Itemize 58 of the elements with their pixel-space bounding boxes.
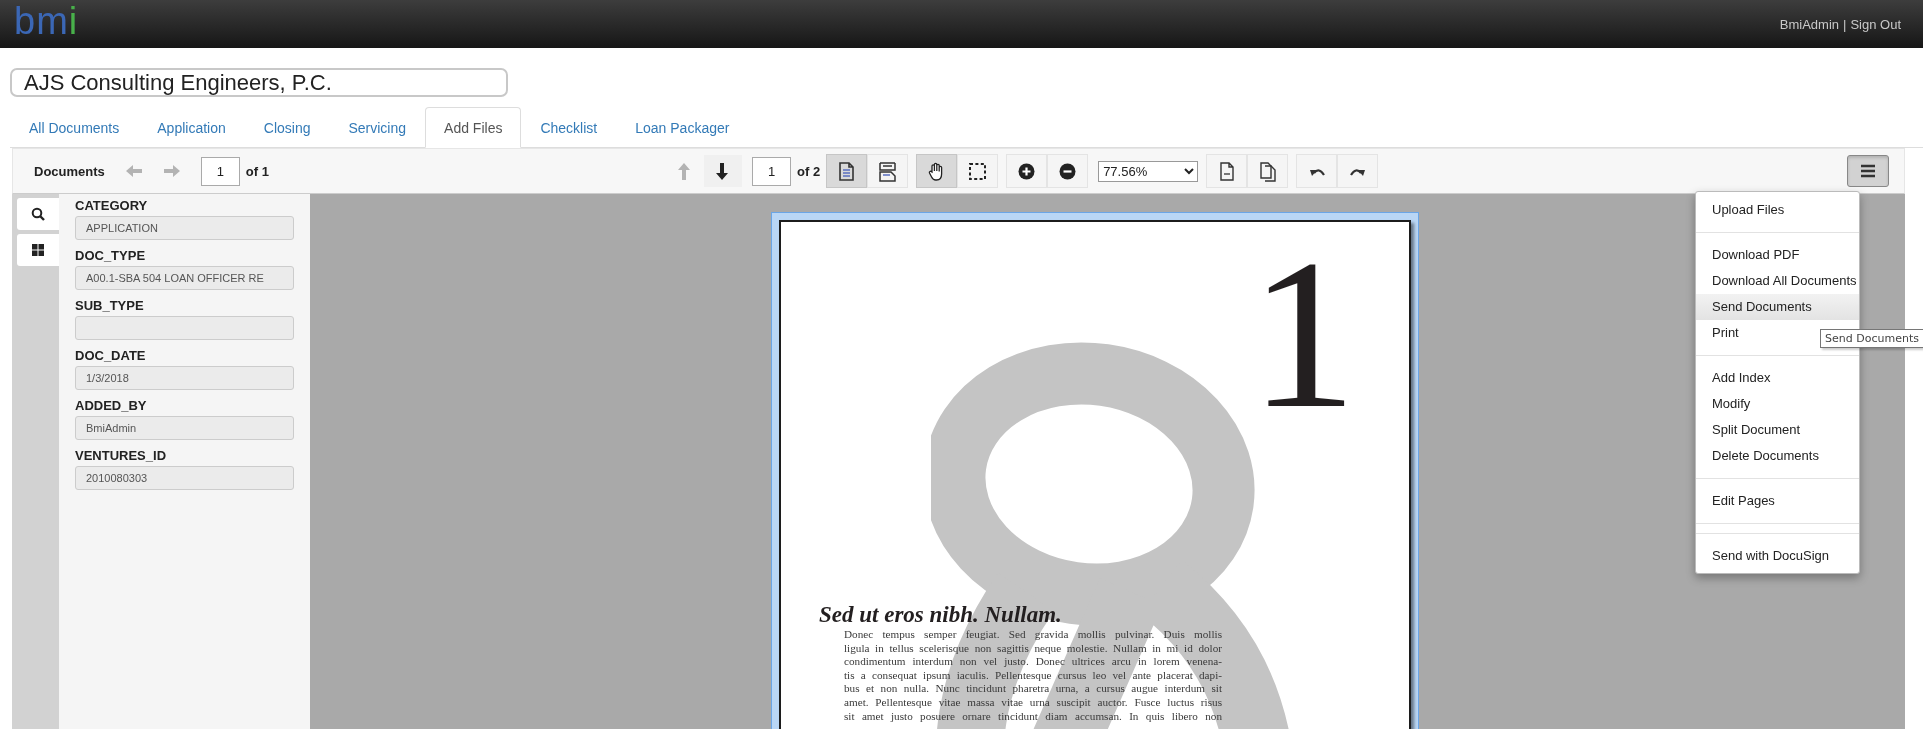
document-count: of 1: [245, 163, 269, 179]
menu-item[interactable]: Send Documents: [1696, 294, 1859, 320]
tab[interactable]: Servicing: [329, 107, 426, 148]
document-number-field[interactable]: 1: [200, 156, 240, 186]
menu-item[interactable]: Modify: [1696, 391, 1859, 417]
marquee-select-icon: [967, 160, 989, 182]
menu-item[interactable]: Download All Documents: [1696, 268, 1859, 294]
user-link[interactable]: BmiAdmin: [1779, 16, 1839, 32]
tooltip-text: Send Documents: [1825, 332, 1919, 345]
zoom-out-button[interactable]: [1047, 154, 1089, 188]
field-label: VENTURES_ID: [75, 447, 168, 464]
undo-button[interactable]: [1296, 154, 1338, 188]
menu-item[interactable]: Split Document: [1696, 417, 1859, 443]
two-page-icon: [877, 160, 899, 182]
tab[interactable]: All Documents: [10, 107, 139, 148]
single-page-button[interactable]: [826, 154, 868, 188]
separator: |: [1843, 16, 1847, 32]
field-label: SUB_TYPE: [75, 297, 145, 314]
zoom-in-button[interactable]: [1006, 154, 1048, 188]
marquee-select-button[interactable]: [957, 154, 999, 188]
redo-button[interactable]: [1337, 154, 1379, 188]
field-label: DOC_DATE: [75, 347, 147, 364]
body-paragraph: Donec tempus semper feugiat. Sed gravida mollis pulvinar. Duis mollis ligula in tellus scelerisque non sagittis neque molestie. Nullam in mi id dolor condimentum interdum non vel justo. Donec ultrices arcu in lorem venena- tis a consequat ipsum iaculis. Pellentesque cursus leo vel ante placerat dapi- bus et non nulla. Nunc tincidunt pharetra urna, a cursus augue interdum sit amet. Pellentesque vitae massa vitae urna suscipit auctor. Fusce luctus risus sit amet justo posuere ornare tincidunt diam accumsan. In quis libero non: [844, 628, 1222, 724]
menu-item[interactable]: Upload Files: [1696, 197, 1859, 223]
menu-icon: [1860, 164, 1876, 178]
down-arrow-button[interactable]: [704, 155, 742, 187]
menu-item[interactable]: Delete Documents: [1696, 443, 1859, 469]
menu-item[interactable]: Send with DocuSign: [1696, 543, 1859, 569]
hand-button[interactable]: [916, 154, 958, 188]
tab[interactable]: Closing: [244, 107, 330, 148]
grid-button[interactable]: [17, 234, 59, 266]
page-number: 1: [1249, 226, 1357, 441]
document-heading: Sed ut eros nibh. Nullam.: [819, 603, 1062, 627]
page-number-field[interactable]: 1: [752, 156, 791, 186]
menu-item[interactable]: Download PDF: [1696, 242, 1859, 268]
grid-icon: [31, 243, 45, 257]
document-button[interactable]: [1206, 154, 1248, 188]
documents-label: Documents: [34, 163, 105, 179]
page-count: of 2: [797, 163, 821, 179]
borrower-name-field[interactable]: AJS Consulting Engineers, P.C.: [10, 68, 508, 97]
logo: bmi: [14, 2, 79, 40]
search-icon: [31, 207, 45, 221]
documents-button[interactable]: [1247, 154, 1289, 188]
tab[interactable]: Checklist: [521, 107, 617, 148]
menu-item[interactable]: Edit Pages: [1696, 488, 1859, 514]
tab[interactable]: Application: [138, 107, 245, 148]
tab[interactable]: Add Files: [425, 107, 522, 148]
two-page-button[interactable]: [867, 154, 909, 188]
field-label: CATEGORY: [75, 197, 149, 214]
search-button[interactable]: [17, 198, 59, 230]
field-label: DOC_TYPE: [75, 247, 147, 264]
menu-item[interactable]: Add Index: [1696, 365, 1859, 391]
zoom-select[interactable]: 77.56%: [1098, 160, 1199, 182]
sign-out-link[interactable]: Sign Out: [1850, 16, 1901, 32]
tab[interactable]: Loan Packager: [616, 107, 749, 148]
documents-icon: [1257, 160, 1279, 182]
menu-button[interactable]: [1847, 155, 1889, 187]
field-label: ADDED_BY: [75, 397, 148, 414]
